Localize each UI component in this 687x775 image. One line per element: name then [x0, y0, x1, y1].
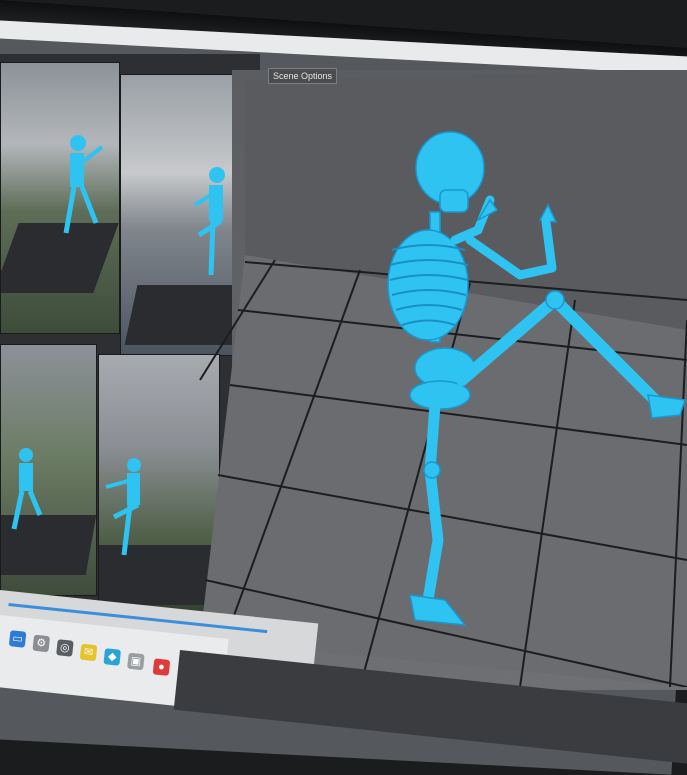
main-skeleton-model — [387, 131, 686, 626]
globe-icon[interactable]: ◎ — [56, 639, 74, 657]
chat-icon[interactable]: ✉ — [79, 643, 98, 662]
record-icon[interactable]: ● — [152, 658, 171, 676]
app2-icon[interactable]: ▣ — [127, 652, 145, 671]
folder-icon[interactable]: ▭ — [8, 630, 27, 648]
settings-icon[interactable]: ⚙ — [32, 634, 51, 653]
app-icon[interactable]: ◆ — [103, 648, 122, 666]
